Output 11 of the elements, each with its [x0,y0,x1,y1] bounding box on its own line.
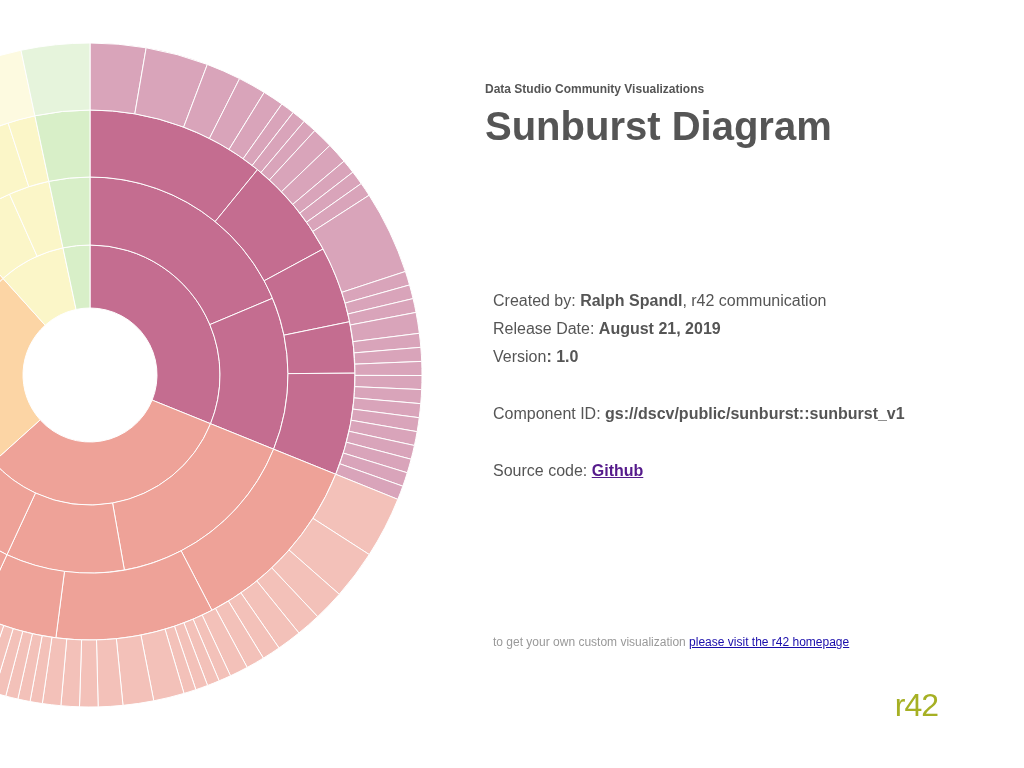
github-link[interactable]: Github [591,462,644,479]
component-id-line: Component ID: gs://dscv/public/sunburst::sunburst_v1 [493,404,906,424]
logo: r42 [894,689,938,721]
footer-text: to get your own custom visualization [493,635,686,649]
homepage-link[interactable]: please visit the r42 homepage [689,635,850,649]
detail-line: Release Date: August 21, 2019 [493,319,722,339]
source-code-label: Source code: [493,462,588,479]
subtitle: Data Studio Community Visualizations [485,82,706,96]
detail-line: Created by: Ralph Spandl, r42 communication [493,291,828,311]
detail-line: Version: 1.0 [493,347,580,367]
page-title: Sunburst Diagram [485,104,833,149]
